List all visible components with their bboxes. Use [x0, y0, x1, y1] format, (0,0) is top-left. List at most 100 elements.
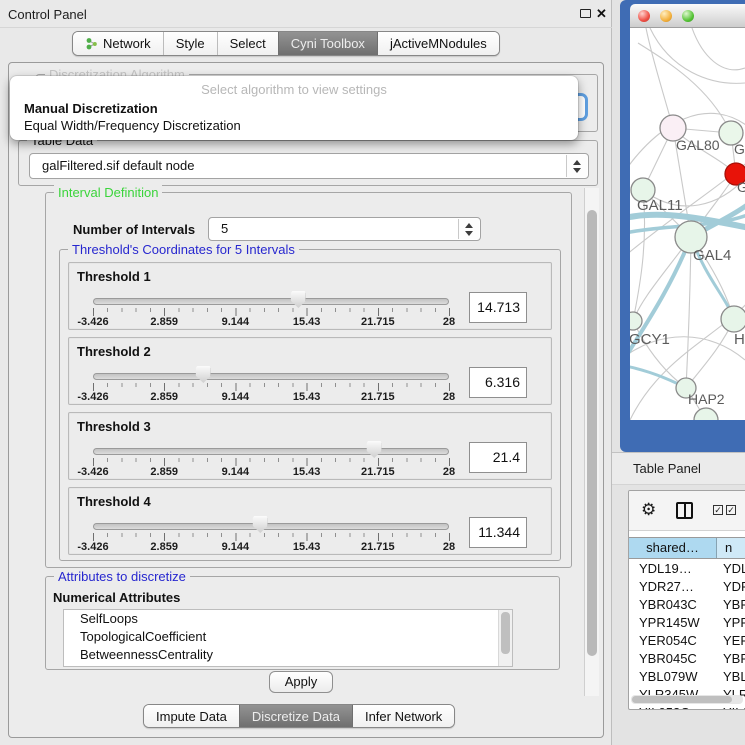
group-title: Attributes to discretize	[54, 569, 190, 584]
threshold-label: Threshold 4	[77, 494, 151, 509]
table-row[interactable]: YIL053CYIL0	[629, 704, 745, 709]
tab-discretize-data[interactable]: Discretize Data	[239, 705, 352, 727]
table-row[interactable]: YDL19…YDL1	[629, 560, 745, 578]
tick-label: 28	[443, 316, 455, 328]
threshold-slider[interactable]: -3.4262.8599.14415.4321.71528	[93, 366, 449, 404]
node-his[interactable]	[721, 306, 745, 332]
tick-label: 21.715	[361, 391, 395, 403]
threshold-slider[interactable]: -3.4262.8599.14415.4321.71528	[93, 291, 449, 329]
dropdown-option-manual[interactable]: Manual Discretization	[14, 100, 574, 117]
close-icon[interactable]: ✕	[596, 6, 607, 22]
threshold-slider[interactable]: -3.4262.8599.14415.4321.71528	[93, 441, 449, 479]
threshold-value-field[interactable]: 21.4	[469, 442, 527, 473]
threshold-value-field[interactable]: 14.713	[469, 292, 527, 323]
top-tab-bar: Network Style Select Cyni Toolbox jActiv…	[72, 31, 500, 56]
table-cell: YBR043C	[629, 596, 717, 614]
list-item[interactable]: SelfLoops	[64, 610, 512, 628]
slider-thumb[interactable]	[253, 516, 268, 533]
threshold-slider[interactable]: -3.4262.8599.14415.4321.71528	[93, 516, 449, 554]
tick-label: 2.859	[150, 316, 178, 328]
tab-infer-network[interactable]: Infer Network	[352, 705, 454, 727]
close-traffic-light-icon[interactable]	[638, 10, 650, 22]
scrollbar-thumb[interactable]	[632, 696, 732, 703]
tab-label: Infer Network	[365, 709, 442, 724]
network-canvas[interactable]: GAL80 GA G GAL11 GAL4 GCY1 H HAP2	[630, 28, 745, 420]
slider-track[interactable]	[93, 298, 449, 305]
minimize-traffic-light-icon[interactable]	[660, 10, 672, 22]
table-cell: YBR045C	[629, 650, 717, 668]
attribute-list-scrollbar[interactable]	[498, 610, 512, 666]
threshold-list: Threshold 1 -3.4262.8599.14415.4321.7152…	[60, 262, 560, 562]
slider-thumb[interactable]	[196, 366, 211, 383]
checkbox-icon[interactable]: ✓	[726, 505, 736, 515]
apply-button[interactable]: Apply	[269, 671, 333, 693]
tab-impute-data[interactable]: Impute Data	[144, 705, 239, 727]
slider-thumb[interactable]	[367, 441, 382, 458]
tab-label: Network	[103, 36, 151, 51]
thresholds-coordinates-group: Threshold's Coordinates for 5 Intervals …	[59, 249, 561, 561]
tick-label: 2.859	[150, 391, 178, 403]
gear-icon[interactable]: ⚙	[641, 500, 656, 520]
table-panel-window: ⚙ ✓ ✓ shared… n YDL19…YDL1YDR27…YDR2YBR0…	[628, 490, 745, 710]
threshold-panel: Threshold 2 -3.4262.8599.14415.4321.7152…	[68, 337, 552, 405]
checkbox-icon[interactable]: ✓	[713, 505, 723, 515]
table-horizontal-scrollbar[interactable]	[631, 695, 743, 704]
slider-tick-labels: -3.4262.8599.14415.4321.71528	[93, 391, 449, 404]
slider-track[interactable]	[93, 373, 449, 380]
node-label-partial-mid: G	[737, 179, 745, 195]
table-row[interactable]: YBR045CYBR0	[629, 650, 745, 668]
column-header-shared-name[interactable]: shared…	[629, 538, 717, 558]
node-gcy1[interactable]	[630, 312, 642, 330]
slider-track[interactable]	[93, 448, 449, 455]
slider-major-ticks	[93, 308, 450, 316]
scrollbar-thumb[interactable]	[587, 210, 597, 656]
dropdown-option-equal-width[interactable]: Equal Width/Frequency Discretization	[14, 117, 574, 134]
column-header-name[interactable]: n	[717, 538, 745, 558]
table-cell: YIL0	[717, 704, 745, 709]
table-cell: YER0	[717, 632, 745, 650]
columns-icon[interactable]	[676, 502, 693, 519]
tab-label: jActiveMNodules	[390, 36, 487, 51]
threshold-value-field[interactable]: 6.316	[469, 367, 527, 398]
tick-label: -3.426	[77, 541, 108, 553]
tick-label: 15.43	[293, 391, 321, 403]
table-row[interactable]: YER054CYER0	[629, 632, 745, 650]
control-panel-titlebar: Control Panel ✕	[0, 0, 612, 28]
table-toolbar: ⚙ ✓ ✓	[629, 491, 745, 531]
main-scrollbar[interactable]	[584, 188, 599, 696]
control-panel-window: Control Panel ✕ Network Style Select Cyn…	[0, 0, 612, 745]
list-item[interactable]: TopologicalCoefficient	[64, 628, 512, 646]
table-cell: YDR27…	[629, 578, 717, 596]
table-row[interactable]: YBL079WYBL0	[629, 668, 745, 686]
list-item[interactable]: BetweennessCentrality	[64, 646, 512, 664]
combobox-value: 5	[221, 221, 228, 236]
zoom-traffic-light-icon[interactable]	[682, 10, 694, 22]
tab-select[interactable]: Select	[217, 32, 278, 55]
bottom-tab-bar: Impute Data Discretize Data Infer Networ…	[143, 704, 455, 728]
table-row[interactable]: YPR145WYPR1	[629, 614, 745, 632]
numerical-attributes-heading: Numerical Attributes	[53, 590, 180, 605]
float-window-icon[interactable]	[580, 9, 591, 18]
slider-thumb[interactable]	[291, 291, 306, 308]
tick-label: 9.144	[222, 316, 250, 328]
table-data-combobox[interactable]: galFiltered.sif default node	[29, 153, 589, 179]
slider-track[interactable]	[93, 523, 449, 530]
network-view-window: GAL80 GA G GAL11 GAL4 GCY1 H HAP2	[620, 0, 745, 452]
tab-network[interactable]: Network	[73, 32, 163, 55]
table-cell: YBL0	[717, 668, 745, 686]
window-title: Control Panel	[8, 7, 87, 22]
node-bottom-partial[interactable]	[694, 408, 718, 420]
table-cell: YDL1	[717, 560, 745, 578]
tab-style[interactable]: Style	[163, 32, 217, 55]
threshold-value-field[interactable]: 11.344	[469, 517, 527, 548]
attribute-list[interactable]: SelfLoopsTopologicalCoefficientBetweenne…	[63, 609, 513, 667]
table-header: shared… n	[629, 537, 745, 559]
tab-jactivemnodules[interactable]: jActiveMNodules	[377, 32, 499, 55]
table-row[interactable]: YDR27…YDR2	[629, 578, 745, 596]
number-of-intervals-combobox[interactable]: 5	[208, 217, 481, 241]
table-cell: YBR0	[717, 650, 745, 668]
tab-cyni-toolbox[interactable]: Cyni Toolbox	[278, 32, 377, 55]
table-row[interactable]: YBR043CYBR0	[629, 596, 745, 614]
tick-label: 21.715	[361, 466, 395, 478]
combobox-value: galFiltered.sif default node	[42, 158, 194, 173]
